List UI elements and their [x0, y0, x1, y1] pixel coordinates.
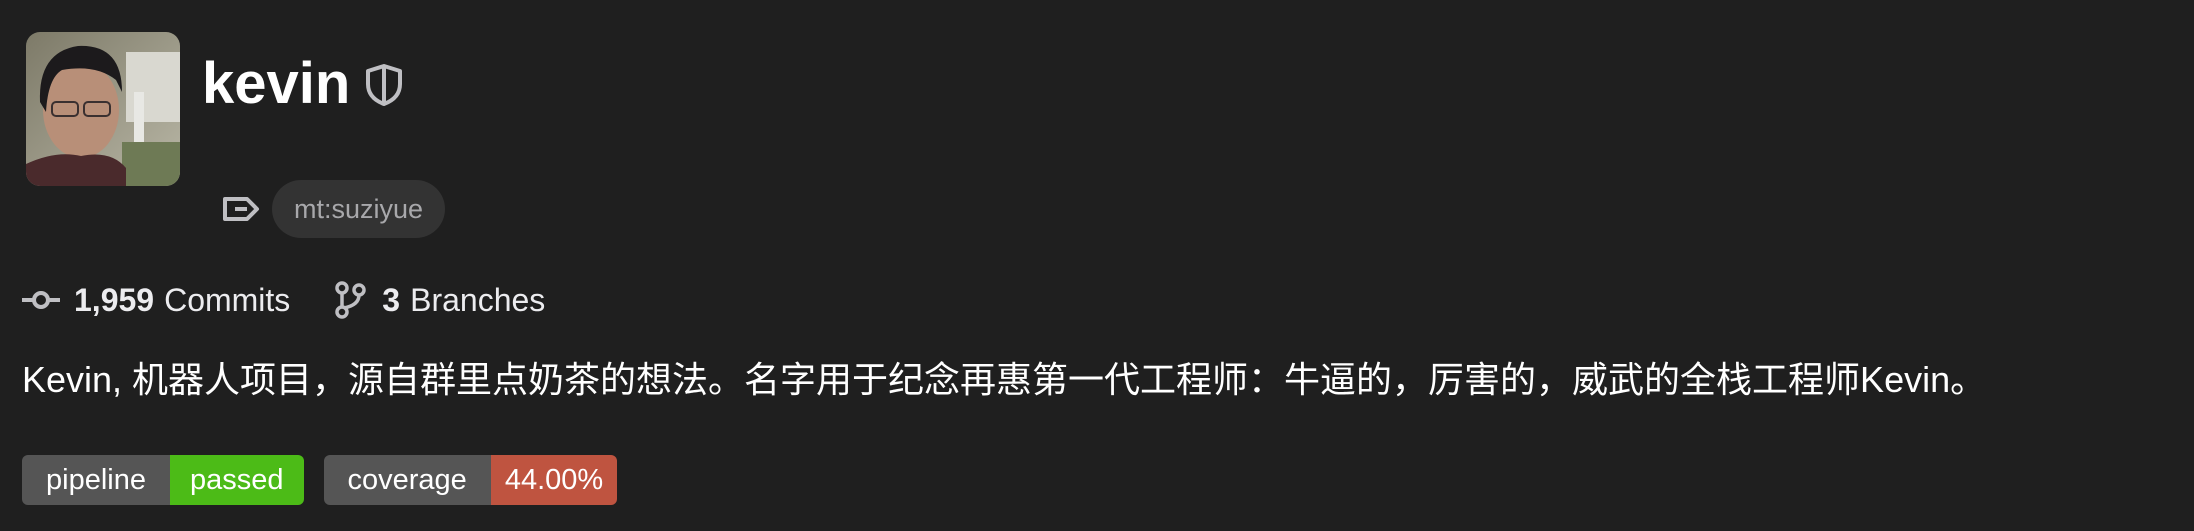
project-stats: 1,959 Commits 3 Branches [22, 278, 545, 322]
pipeline-badge-label: pipeline [22, 455, 170, 505]
topic-badge[interactable]: mt:suziyue [272, 180, 446, 238]
pipeline-badge[interactable]: pipeline passed [22, 455, 304, 505]
avatar[interactable] [26, 32, 180, 186]
project-title: kevin [202, 51, 351, 116]
project-description: Kevin, 机器人项目，源自群里点奶茶的想法。名字用于纪念再惠第一代工程师：牛… [22, 359, 1987, 400]
badges-row: pipeline passed coverage 44.00% [22, 455, 637, 505]
branch-icon [335, 281, 367, 319]
commit-icon [22, 291, 60, 309]
branches-count: 3 [382, 281, 401, 318]
pipeline-badge-status: passed [169, 455, 304, 505]
branches-label: Branches [410, 281, 546, 318]
coverage-badge-value: 44.00% [490, 455, 618, 505]
shield-icon [366, 64, 402, 106]
label-icon [223, 197, 259, 221]
coverage-badge-label: coverage [323, 455, 491, 505]
commits-label: Commits [164, 281, 291, 318]
commits-count: 1,959 [74, 281, 155, 318]
commits-link[interactable]: 1,959 Commits [22, 282, 290, 319]
branches-link[interactable]: 3 Branches [334, 281, 545, 319]
coverage-badge[interactable]: coverage 44.00% [323, 455, 618, 505]
